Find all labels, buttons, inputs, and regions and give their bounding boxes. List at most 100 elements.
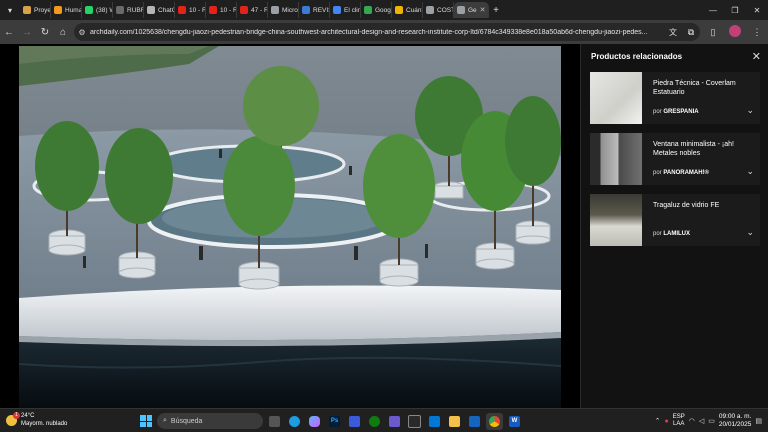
tab-favicon-icon <box>209 6 217 14</box>
browser-tab[interactable]: Cuánt <box>392 2 423 18</box>
tab-title: REVIST <box>313 6 329 14</box>
minimize-icon[interactable]: — <box>702 0 724 20</box>
panel-title: Productos relacionados <box>591 52 683 61</box>
sidepanel-icon[interactable]: ▯ <box>702 27 724 38</box>
browser-tab[interactable]: RUBRI <box>113 2 144 18</box>
tab-favicon-icon <box>333 6 341 14</box>
word-icon[interactable]: W <box>506 413 523 430</box>
product-card[interactable]: Piedra Técnica - Coverlam Estatuario por… <box>590 72 760 124</box>
browser-tab[interactable]: Human <box>51 2 82 18</box>
tab-title: Googl <box>375 6 392 14</box>
file-explorer-icon[interactable] <box>446 413 463 430</box>
tab-favicon-icon <box>23 6 31 14</box>
browser-tab[interactable]: Googl <box>361 2 392 18</box>
tab-favicon-icon <box>302 6 310 14</box>
extensions-icon[interactable]: ⧉ <box>680 27 702 38</box>
weather-widget[interactable]: 1 24°C Mayorm. nublado <box>6 411 68 428</box>
app-icon[interactable] <box>466 413 483 430</box>
product-thumbnail <box>590 72 642 124</box>
browser-tab[interactable]: (38) W <box>82 2 113 18</box>
app-tray-icon[interactable]: ● <box>664 418 668 425</box>
search-icon: ⌕ <box>163 417 167 424</box>
product-name: Tragaluz de vidrio FE <box>653 202 720 209</box>
tab-favicon-icon <box>271 6 279 14</box>
taskbar-search[interactable]: ⌕ Búsqueda <box>157 413 263 429</box>
url-text[interactable]: archdaily.com/1025638/chengdu-jiaozi-ped… <box>90 29 664 36</box>
chevron-down-icon[interactable]: ⌄ <box>746 105 754 116</box>
product-card[interactable]: Ventana minimalista - ¡ah! Metales noble… <box>590 133 760 185</box>
tab-favicon-icon <box>85 6 93 14</box>
restore-icon[interactable]: ❐ <box>724 0 746 20</box>
xbox-icon[interactable] <box>366 413 383 430</box>
browser-tab[interactable]: COSTC <box>423 2 454 18</box>
browser-tab[interactable]: Ge ✕ <box>454 2 489 18</box>
tab-title: Proyec <box>34 6 51 14</box>
tab-title: COSTC <box>437 6 453 14</box>
related-products-panel: Productos relacionados ✕ Piedra Técnica … <box>580 44 768 408</box>
browser-tab[interactable]: El clim <box>330 2 361 18</box>
address-bar[interactable]: ⚙ archdaily.com/1025638/chengdu-jiaozi-p… <box>74 23 700 41</box>
product-name: Piedra Técnica - Coverlam Estatuario <box>653 80 736 96</box>
product-brand: por LAMILUX <box>653 231 691 237</box>
app-icon[interactable] <box>406 413 423 430</box>
page-content: Productos relacionados ✕ Piedra Técnica … <box>0 44 768 408</box>
tab-title: 10 - Re <box>189 6 205 14</box>
new-tab-button[interactable]: + <box>489 5 503 16</box>
wifi-icon[interactable]: ◠ <box>689 417 695 425</box>
tab-strip: ▾ Proyec Human (38) W RUBRI ChatG 10 - Re 10 -… <box>0 0 768 20</box>
tab-title: 47 - Re <box>251 6 267 14</box>
home-icon[interactable]: ⌂ <box>54 20 72 44</box>
copilot-icon[interactable] <box>306 413 323 430</box>
tab-favicon-icon <box>240 6 248 14</box>
chevron-down-icon[interactable]: ⌄ <box>746 227 754 238</box>
system-tray: ⌃ ● ESP LAA ◠ ◁ ▭ 09:00 a. m. 20/01/2025 ▤ <box>655 411 762 431</box>
browser-tab[interactable]: Proyec <box>20 2 51 18</box>
app-icon[interactable] <box>346 413 363 430</box>
tab-favicon-icon <box>364 6 372 14</box>
browser-tab[interactable]: 47 - Re <box>237 2 268 18</box>
tab-favicon-icon <box>395 6 403 14</box>
chrome-icon[interactable] <box>486 412 503 430</box>
task-view-icon[interactable] <box>266 413 283 430</box>
article-photo[interactable] <box>19 46 561 408</box>
browser-tab[interactable]: REVIST <box>299 2 330 18</box>
site-info-icon[interactable]: ⚙ <box>74 28 90 37</box>
profile-avatar[interactable] <box>724 25 746 39</box>
notification-badge: 1 <box>13 411 20 419</box>
tab-title: (38) W <box>96 6 112 14</box>
chevron-up-icon[interactable]: ⌃ <box>655 417 661 425</box>
edge-icon[interactable] <box>286 413 303 430</box>
photoshop-icon[interactable]: Ps <box>326 413 343 430</box>
start-button[interactable] <box>138 413 154 429</box>
forward-icon[interactable]: → <box>18 20 36 44</box>
battery-icon[interactable]: ▭ <box>708 417 715 425</box>
tab-favicon-icon <box>457 6 465 14</box>
reload-icon[interactable]: ↻ <box>36 20 54 44</box>
browser-tab[interactable]: ChatG <box>144 2 175 18</box>
store-icon[interactable] <box>426 413 443 430</box>
tab-title: Human <box>65 6 82 14</box>
weather-desc: Mayorm. nublado <box>21 421 68 427</box>
windows-taskbar: 1 24°C Mayorm. nublado ⌕ Búsqueda Ps W ⌃… <box>0 408 768 432</box>
close-window-icon[interactable]: ✕ <box>746 0 768 20</box>
notifications-icon[interactable]: ▤ <box>755 417 762 425</box>
product-thumbnail <box>590 194 642 246</box>
tab-search-icon[interactable]: ▾ <box>0 0 20 20</box>
close-tab-icon[interactable]: ✕ <box>480 6 486 14</box>
weather-temp: 24°C <box>21 413 35 419</box>
close-icon[interactable]: ✕ <box>752 50 761 63</box>
volume-icon[interactable]: ◁ <box>699 417 704 425</box>
language-indicator[interactable]: ESP LAA <box>673 414 685 428</box>
app-icon[interactable] <box>386 413 403 430</box>
chevron-down-icon[interactable]: ⌄ <box>746 166 754 177</box>
back-icon[interactable]: ← <box>0 20 18 44</box>
tab-favicon-icon <box>54 6 62 14</box>
product-card[interactable]: Tragaluz de vidrio FE por LAMILUX ⌄ <box>590 194 760 246</box>
browser-toolbar: ← → ↻ ⌂ ⚙ archdaily.com/1025638/chengdu-… <box>0 20 768 44</box>
browser-tab[interactable]: 10 - Re <box>206 2 237 18</box>
clock[interactable]: 09:00 a. m. 20/01/2025 <box>719 413 752 429</box>
menu-icon[interactable]: ⋮ <box>746 27 768 38</box>
browser-tab[interactable]: Micros <box>268 2 299 18</box>
browser-tab[interactable]: 10 - Re <box>175 2 206 18</box>
tab-favicon-icon <box>116 6 124 14</box>
